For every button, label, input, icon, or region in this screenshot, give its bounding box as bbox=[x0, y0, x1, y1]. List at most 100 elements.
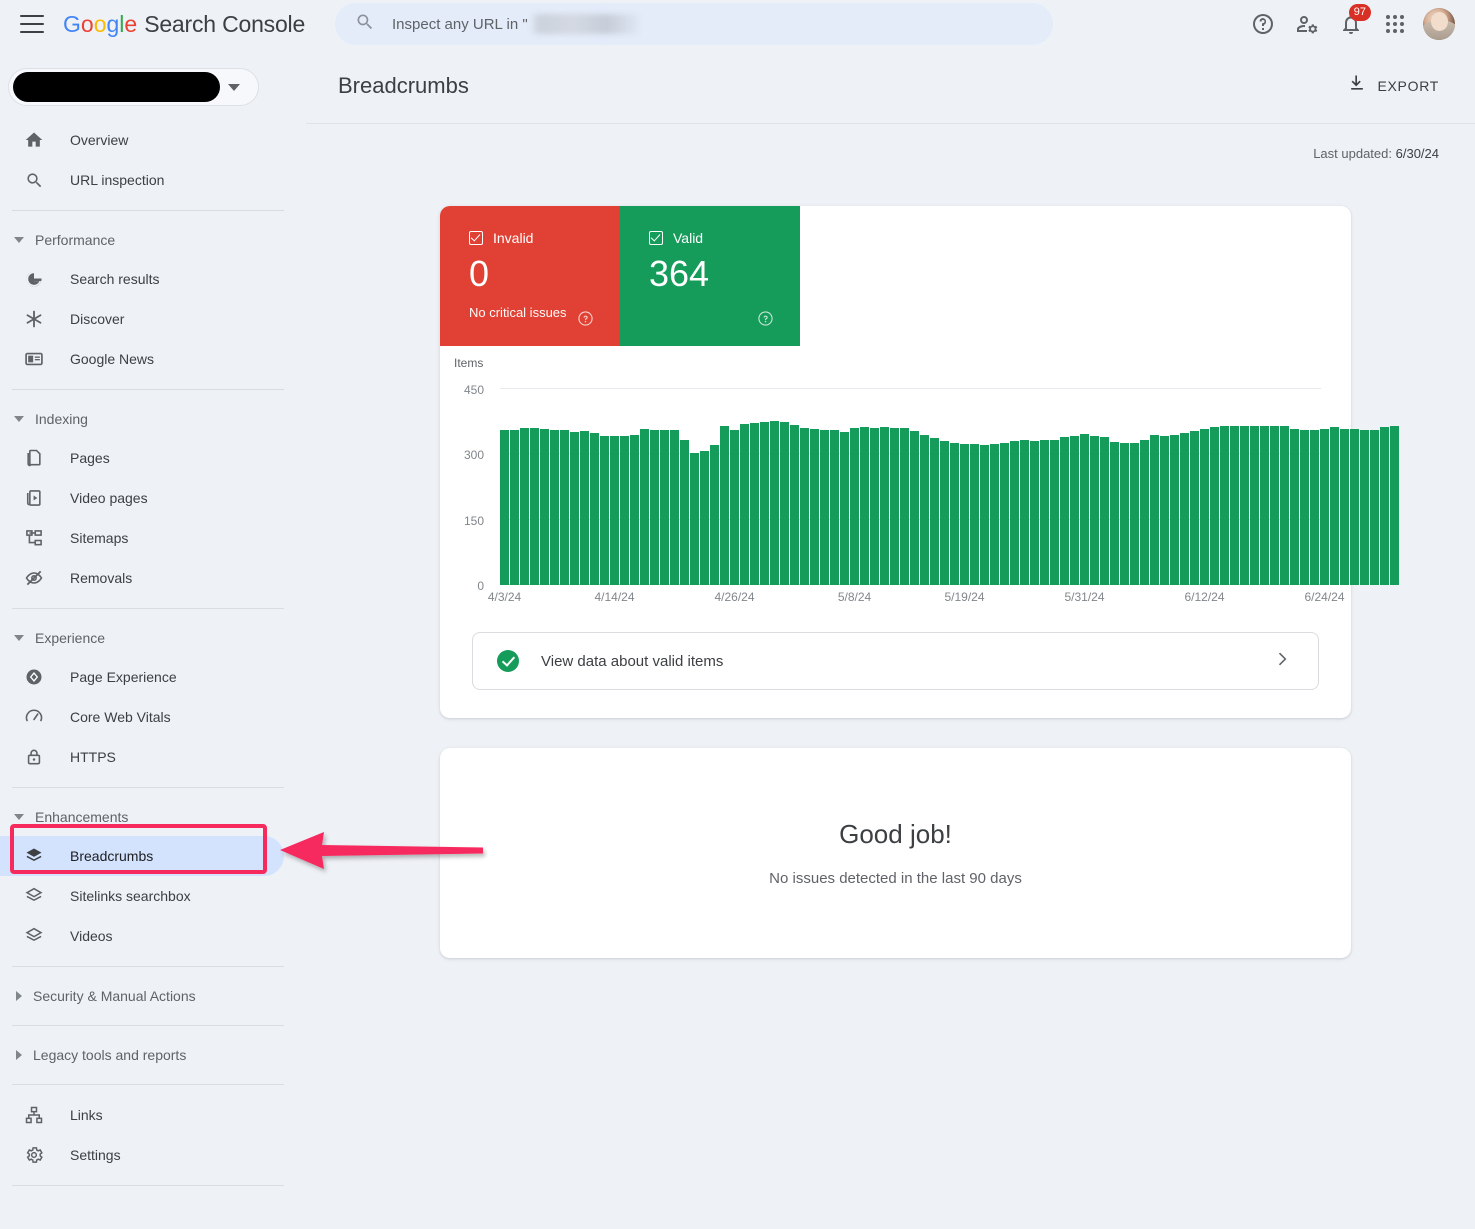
chart-bar[interactable] bbox=[1040, 439, 1049, 585]
chart-bar[interactable] bbox=[1170, 435, 1179, 585]
sidebar-item-video-pages[interactable]: Video pages bbox=[0, 478, 284, 518]
account-settings-icon[interactable] bbox=[1285, 2, 1329, 46]
chart-bar[interactable] bbox=[520, 428, 529, 585]
sidebar-item-url-inspection[interactable]: URL inspection bbox=[0, 160, 284, 200]
chart-bar[interactable] bbox=[760, 422, 769, 585]
chart-bar[interactable] bbox=[630, 434, 639, 585]
chart-bar[interactable] bbox=[1350, 429, 1359, 585]
sidebar-item-breadcrumbs[interactable]: Breadcrumbs bbox=[0, 836, 284, 876]
notifications-bell-icon[interactable]: 97 bbox=[1329, 2, 1373, 46]
chart-bar[interactable] bbox=[1120, 443, 1129, 585]
sidebar-item-https[interactable]: HTTPS bbox=[0, 737, 284, 777]
chart-bar[interactable] bbox=[830, 429, 839, 585]
chart-bar[interactable] bbox=[1160, 435, 1169, 585]
export-button[interactable]: EXPORT bbox=[1347, 73, 1439, 98]
sidebar-item-videos[interactable]: Videos bbox=[0, 916, 284, 956]
chart-bar[interactable] bbox=[1000, 442, 1009, 585]
chart-bar[interactable] bbox=[1290, 429, 1299, 585]
chart-bar[interactable] bbox=[640, 428, 649, 585]
chart-bar[interactable] bbox=[1100, 437, 1109, 585]
chart-bar[interactable] bbox=[660, 430, 669, 585]
chart-bar[interactable] bbox=[1310, 429, 1319, 585]
help-icon[interactable] bbox=[1241, 2, 1285, 46]
sidebar-group-enhancements[interactable]: Enhancements bbox=[0, 798, 306, 836]
chart-bar[interactable] bbox=[1080, 434, 1089, 585]
chart-bar[interactable] bbox=[600, 436, 609, 585]
chart-bar[interactable] bbox=[680, 439, 689, 585]
sidebar-item-google-news[interactable]: Google News bbox=[0, 339, 284, 379]
chart-bar[interactable] bbox=[610, 436, 619, 585]
chart-bar[interactable] bbox=[870, 427, 879, 585]
sidebar-group-legacy-tools[interactable]: Legacy tools and reports bbox=[0, 1036, 306, 1074]
chart-bar[interactable] bbox=[1140, 440, 1149, 585]
view-valid-items-row[interactable]: View data about valid items bbox=[472, 632, 1319, 690]
sidebar-item-pages[interactable]: Pages bbox=[0, 438, 284, 478]
sidebar-item-discover[interactable]: Discover bbox=[0, 299, 284, 339]
chart-bar[interactable] bbox=[1010, 441, 1019, 585]
chart-bar[interactable] bbox=[1380, 427, 1389, 585]
search-input[interactable]: Inspect any URL in " bbox=[335, 3, 1053, 45]
chart-bar[interactable] bbox=[1220, 425, 1229, 585]
chart-bar[interactable] bbox=[1110, 442, 1119, 585]
chart-bar[interactable] bbox=[650, 429, 659, 585]
chart-bar[interactable] bbox=[750, 422, 759, 585]
sidebar-item-core-web-vitals[interactable]: Core Web Vitals bbox=[0, 697, 284, 737]
chart-bar[interactable] bbox=[810, 428, 819, 585]
sidebar-item-page-experience[interactable]: Page Experience bbox=[0, 657, 284, 697]
chart-bar[interactable] bbox=[1300, 430, 1309, 585]
chart-bar[interactable] bbox=[540, 429, 549, 585]
sidebar-group-experience[interactable]: Experience bbox=[0, 619, 306, 657]
chart-bar[interactable] bbox=[1390, 426, 1399, 585]
chart-bar[interactable] bbox=[970, 443, 979, 585]
property-selector[interactable] bbox=[8, 68, 259, 106]
chart-bar[interactable] bbox=[700, 450, 709, 585]
chart-bar[interactable] bbox=[990, 443, 999, 585]
sidebar-item-sitemaps[interactable]: Sitemaps bbox=[0, 518, 284, 558]
chart-bar[interactable] bbox=[940, 441, 949, 585]
chart-bar[interactable] bbox=[1050, 439, 1059, 585]
checkbox-icon[interactable] bbox=[469, 231, 483, 245]
chart-bar[interactable] bbox=[1230, 425, 1239, 585]
chart-bar[interactable] bbox=[1280, 426, 1289, 585]
apps-grid-icon[interactable] bbox=[1373, 2, 1417, 46]
sidebar-item-overview[interactable]: Overview bbox=[0, 120, 284, 160]
chart-bar[interactable] bbox=[1330, 427, 1339, 585]
chart-bar[interactable] bbox=[820, 430, 829, 585]
hamburger-menu-icon[interactable] bbox=[20, 15, 44, 33]
chart-bar[interactable] bbox=[780, 422, 789, 585]
chart-bar[interactable] bbox=[1020, 440, 1029, 585]
chart-bar[interactable] bbox=[1150, 435, 1159, 585]
user-avatar[interactable] bbox=[1423, 8, 1455, 40]
chart-bar[interactable] bbox=[1030, 441, 1039, 585]
chart-bar[interactable] bbox=[1210, 427, 1219, 585]
chart-bar[interactable] bbox=[1090, 435, 1099, 585]
chart-bar[interactable] bbox=[730, 429, 739, 585]
chart-bar[interactable] bbox=[1360, 429, 1369, 585]
chart-bar[interactable] bbox=[860, 427, 869, 585]
chart-bar[interactable] bbox=[670, 430, 679, 585]
chart-bar[interactable] bbox=[570, 432, 579, 585]
sidebar-group-security-manual-actions[interactable]: Security & Manual Actions bbox=[0, 977, 306, 1015]
chart-bar[interactable] bbox=[510, 429, 519, 585]
sidebar-item-sitelinks-searchbox[interactable]: Sitelinks searchbox bbox=[0, 876, 284, 916]
chart-bar[interactable] bbox=[850, 427, 859, 585]
chart-bar[interactable] bbox=[790, 425, 799, 585]
chart-bar[interactable] bbox=[960, 443, 969, 585]
sidebar-item-search-results[interactable]: Search results bbox=[0, 259, 284, 299]
chart-bar[interactable] bbox=[800, 427, 809, 585]
chart-bar[interactable] bbox=[840, 431, 849, 585]
sidebar-group-indexing[interactable]: Indexing bbox=[0, 400, 306, 438]
sidebar-group-performance[interactable]: Performance bbox=[0, 221, 306, 259]
chart-bar[interactable] bbox=[620, 436, 629, 585]
chart-bar[interactable] bbox=[560, 429, 569, 585]
chart-bar[interactable] bbox=[1060, 437, 1069, 585]
chart-bar[interactable] bbox=[1240, 426, 1249, 585]
chart-bar[interactable] bbox=[770, 420, 779, 585]
chart-bar[interactable] bbox=[740, 423, 749, 585]
chart-bar[interactable] bbox=[1260, 425, 1269, 585]
chart-bar[interactable] bbox=[930, 438, 939, 585]
chart-bar[interactable] bbox=[690, 453, 699, 585]
chart-bar[interactable] bbox=[550, 429, 559, 585]
chart-bar[interactable] bbox=[880, 427, 889, 585]
chart-bar[interactable] bbox=[900, 427, 909, 585]
